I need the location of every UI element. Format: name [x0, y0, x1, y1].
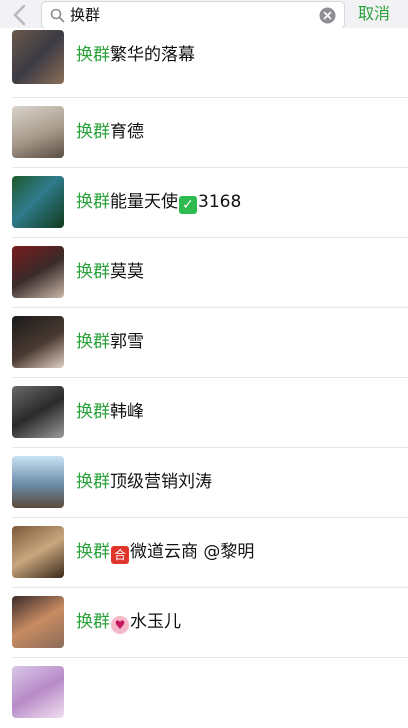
search-icon: [50, 8, 65, 23]
contact-name: 换群莫莫: [76, 261, 144, 283]
name-highlight: 换群: [76, 332, 110, 352]
name-suffix: 水玉儿: [130, 612, 181, 632]
search-bar: 换群 取消: [0, 0, 408, 31]
name-highlight: 换群: [76, 402, 110, 422]
name-highlight: 换群: [76, 45, 110, 65]
clear-icon[interactable]: [319, 7, 336, 24]
contact-name: 换群能量天使 ✓ 3168: [76, 191, 241, 214]
avatar: [12, 176, 64, 228]
avatar: [12, 386, 64, 438]
cancel-button[interactable]: 取消: [358, 3, 390, 25]
contact-name: 换群顶级营销刘涛: [76, 471, 212, 493]
contact-name: 换群郭雪: [76, 331, 144, 353]
list-item[interactable]: 换群能量天使 ✓ 3168: [0, 168, 408, 238]
name-text: 育德: [110, 122, 144, 142]
list-item[interactable]: 换群 ♥ 水玉儿: [0, 588, 408, 658]
name-text: 能量天使: [110, 192, 178, 212]
name-highlight: 换群: [76, 262, 110, 282]
name-suffix: 3168: [198, 192, 242, 212]
name-highlight: 换群: [76, 122, 110, 142]
avatar: [12, 106, 64, 158]
list-item[interactable]: 换群郭雪: [0, 308, 408, 378]
name-text: 郭雪: [110, 332, 144, 352]
name-highlight: 换群: [76, 472, 110, 492]
contact-name: 换群韩峰: [76, 401, 144, 423]
name-highlight: 换群: [76, 612, 110, 632]
list-item[interactable]: 换群合微道云商 @黎明: [0, 518, 408, 588]
avatar: [12, 30, 64, 84]
contact-name: 换群 ♥ 水玉儿: [76, 611, 181, 634]
list-item[interactable]: 换群繁华的落幕: [0, 28, 408, 98]
search-results-list: 换群繁华的落幕 换群育德 换群能量天使 ✓ 3168 换群莫莫 换群郭雪 换群韩峰 换群顶级营销…: [0, 28, 408, 728]
contact-name: 换群育德: [76, 121, 144, 143]
avatar: [12, 666, 64, 718]
search-input[interactable]: 换群: [41, 1, 345, 29]
couple-emoji-icon: ♥: [111, 616, 129, 634]
name-text: 莫莫: [110, 262, 144, 282]
avatar: [12, 316, 64, 368]
list-item[interactable]: 换群育德: [0, 98, 408, 168]
name-text: 韩峰: [110, 402, 144, 422]
name-highlight: 换群: [76, 192, 110, 212]
avatar: [12, 246, 64, 298]
search-query-text[interactable]: 换群: [70, 5, 100, 25]
list-item[interactable]: 换群莫莫: [0, 238, 408, 308]
avatar: [12, 526, 64, 578]
name-text: 繁华的落幕: [110, 45, 195, 65]
name-highlight: 换群: [76, 542, 110, 562]
avatar: [12, 596, 64, 648]
check-emoji-icon: ✓: [179, 196, 197, 214]
contact-name: 换群合微道云商 @黎明: [76, 541, 254, 564]
he-emoji-icon: 合: [111, 546, 129, 564]
name-text: 顶级营销刘涛: [110, 472, 212, 492]
list-item[interactable]: 换群韩峰: [0, 378, 408, 448]
list-item-partial[interactable]: [0, 658, 408, 728]
back-chevron-icon[interactable]: [10, 4, 30, 26]
avatar: [12, 456, 64, 508]
contact-name: 换群繁华的落幕: [76, 44, 195, 66]
name-suffix: 微道云商 @黎明: [130, 542, 255, 562]
list-item[interactable]: 换群顶级营销刘涛: [0, 448, 408, 518]
